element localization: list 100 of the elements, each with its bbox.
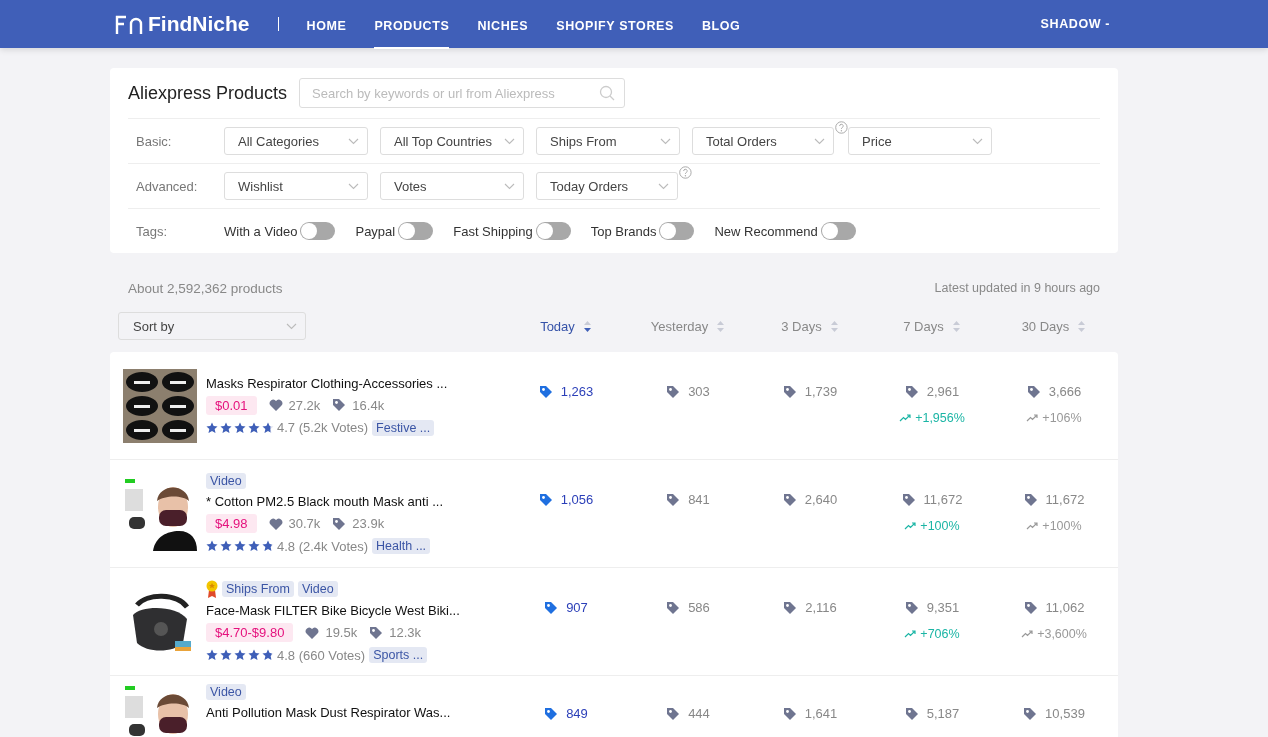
tag-icon — [544, 600, 559, 615]
order-count: 1,056 — [560, 492, 594, 507]
tag-icon — [783, 600, 798, 615]
trend-up-icon — [899, 414, 912, 422]
order-count: 11,672 — [923, 492, 963, 507]
chevron-icon — [286, 322, 297, 330]
tag-label: Top Brands — [590, 223, 657, 239]
trend-up-icon — [1021, 630, 1034, 638]
price-tag: $4.70-$9.80 — [206, 623, 294, 642]
sort-icon — [951, 319, 961, 333]
order-count: 849 — [566, 706, 588, 721]
user-menu[interactable]: SHADOW - — [1040, 17, 1110, 31]
product-title[interactable]: Masks Respirator Clothing-Accessories ... — [206, 375, 448, 391]
chevron-icon — [814, 137, 826, 145]
nav-link[interactable]: PRODUCTS — [374, 3, 450, 49]
filter-dropdown[interactable]: Wishlist — [224, 172, 368, 200]
tag-icon — [904, 384, 919, 399]
filter-dropdown[interactable]: All Top Countries — [380, 127, 524, 155]
filter-dropdown[interactable]: Today Orders — [536, 172, 679, 200]
chevron-icon — [348, 137, 359, 145]
order-count: 5,187 — [926, 706, 960, 721]
tag-icon — [332, 516, 347, 531]
product-badge: Video — [206, 473, 246, 489]
tag-icon — [538, 384, 553, 399]
category-badge[interactable]: Festive ... — [372, 419, 435, 436]
growth-rate: +3,600% — [1037, 627, 1087, 641]
sort-dropdown[interactable]: Sort by — [118, 312, 306, 340]
chevron-icon — [504, 182, 515, 190]
help-icon[interactable] — [835, 121, 848, 134]
order-count: 907 — [566, 600, 588, 615]
filter-dropdown[interactable]: Ships From — [536, 127, 680, 155]
wishlist-count: 30.7k — [288, 516, 321, 531]
tag-icon — [782, 706, 797, 721]
page-title: Aliexpress Products — [128, 82, 288, 104]
tag-icon — [1023, 600, 1038, 615]
trend-up-icon — [1026, 414, 1039, 422]
tag-icon — [666, 492, 681, 507]
heart-icon — [268, 517, 283, 530]
order-count: 11,062 — [1045, 600, 1085, 615]
product-badge: Video — [297, 581, 338, 597]
product-badge: Video — [206, 684, 246, 700]
update-note: Latest updated in 9 hours ago — [934, 281, 1100, 296]
tag-icon — [666, 600, 681, 615]
filter-dropdown[interactable]: Total Orders — [692, 127, 835, 155]
logo[interactable]: FindNiche — [114, 12, 250, 36]
help-icon[interactable] — [679, 166, 692, 179]
nav-link[interactable]: BLOG — [701, 3, 741, 49]
filter-dropdown[interactable]: Votes — [380, 172, 524, 200]
tag-icon — [538, 492, 553, 507]
order-count: 1,263 — [560, 384, 594, 399]
nav-link[interactable]: HOME — [306, 3, 347, 49]
product-title[interactable]: * Cotton PM2.5 Black mouth Mask anti ... — [206, 494, 443, 509]
tag-label: With a Video — [224, 223, 298, 239]
category-badge[interactable]: Sports ... — [369, 647, 428, 663]
toggle-switch[interactable] — [398, 222, 434, 240]
nav-link[interactable]: SHOPIFY STORES — [556, 3, 674, 49]
toggle-switch[interactable] — [300, 222, 336, 240]
filter-dropdown[interactable]: Price — [848, 127, 992, 155]
category-badge[interactable]: Health ... — [372, 538, 431, 554]
toggle-switch[interactable] — [659, 222, 695, 240]
tag-label: Fast Shipping — [453, 223, 533, 239]
trend-up-icon — [904, 630, 917, 638]
sort-icon — [582, 319, 592, 333]
order-count: 444 — [688, 706, 710, 721]
filter-dropdown[interactable]: All Categories — [224, 127, 368, 155]
search-field[interactable]: Search by keywords or url from Aliexpress — [299, 78, 626, 108]
filter-label: Tags: — [135, 223, 169, 239]
order-count: 303 — [688, 384, 710, 399]
orders-count: 16.4k — [352, 397, 385, 413]
wishlist-count: 19.5k — [325, 625, 358, 640]
trend-up-icon — [904, 522, 917, 530]
logo-icon — [114, 13, 144, 35]
trend-up-icon — [1026, 522, 1039, 530]
result-count: About 2,592,362 products — [128, 281, 283, 296]
tag-icon — [901, 492, 916, 507]
heart-icon — [268, 399, 283, 411]
column-header[interactable]: Today — [540, 318, 592, 334]
growth-rate: +1,956% — [915, 411, 965, 425]
product-title[interactable]: Face-Mask FILTER Bike Bicycle West Biki... — [206, 603, 460, 618]
product-badge: Ships From — [222, 581, 294, 597]
chevron-icon — [348, 182, 359, 190]
chevron-icon — [658, 182, 670, 190]
chevron-icon — [660, 137, 671, 145]
order-count: 2,116 — [805, 600, 837, 615]
toggle-switch[interactable] — [820, 222, 856, 240]
order-count: 586 — [688, 600, 710, 615]
tag-icon — [666, 384, 681, 399]
sort-icon — [716, 319, 726, 333]
toggle-switch[interactable] — [535, 222, 571, 240]
tag-label: New Recommend — [714, 223, 818, 239]
tag-icon — [666, 706, 681, 721]
product-title[interactable]: Anti Pollution Mask Dust Respirator Was... — [206, 705, 451, 720]
medal-icon — [206, 580, 218, 598]
rating-text: 4.7 (5.2k Votes) — [277, 420, 369, 435]
nav-link[interactable]: NICHES — [477, 3, 529, 49]
order-count: 11,672 — [1045, 492, 1085, 507]
filter-label: Advanced: — [135, 178, 199, 194]
wishlist-count: 27.2k — [288, 397, 321, 413]
sort-icon — [1077, 319, 1087, 333]
filter-label: Basic: — [135, 133, 173, 149]
